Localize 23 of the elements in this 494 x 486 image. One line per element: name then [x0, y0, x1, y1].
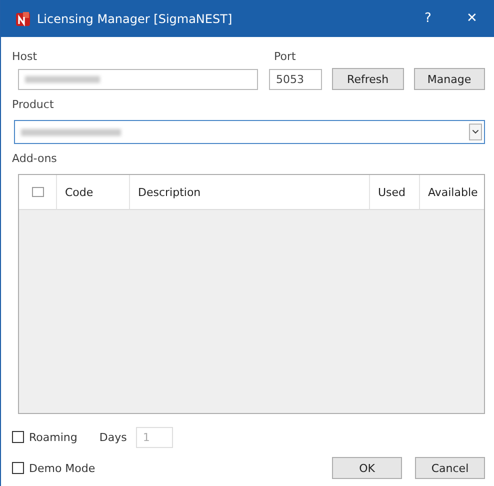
- column-header[interactable]: Description: [130, 175, 370, 209]
- host-label: Host: [12, 50, 38, 62]
- product-dropdown[interactable]: [14, 120, 485, 144]
- host-field[interactable]: [18, 68, 258, 90]
- port-label: Port: [274, 50, 296, 62]
- column-header[interactable]: Code: [57, 175, 130, 209]
- days-label: Days: [99, 430, 127, 444]
- roaming-checkbox[interactable]: Roaming: [12, 430, 78, 444]
- close-button[interactable]: ✕: [450, 0, 494, 37]
- app-logo-icon: [15, 10, 31, 26]
- cancel-button[interactable]: Cancel: [415, 457, 485, 479]
- select-all-checkbox[interactable]: [32, 187, 44, 197]
- help-button[interactable]: ?: [406, 0, 450, 37]
- demo-mode-checkbox[interactable]: Demo Mode: [12, 462, 96, 474]
- column-header[interactable]: Available: [420, 175, 480, 209]
- ok-button[interactable]: OK: [332, 457, 402, 479]
- window-title: Licensing Manager [SigmaNEST]: [37, 12, 234, 26]
- product-label: Product: [12, 98, 55, 113]
- port-field[interactable]: 5053: [268, 68, 322, 90]
- manage-button[interactable]: Manage: [414, 68, 485, 90]
- refresh-button[interactable]: Refresh: [332, 68, 404, 90]
- addons-label: Add-ons: [12, 152, 58, 167]
- column-header[interactable]: Used: [370, 175, 420, 209]
